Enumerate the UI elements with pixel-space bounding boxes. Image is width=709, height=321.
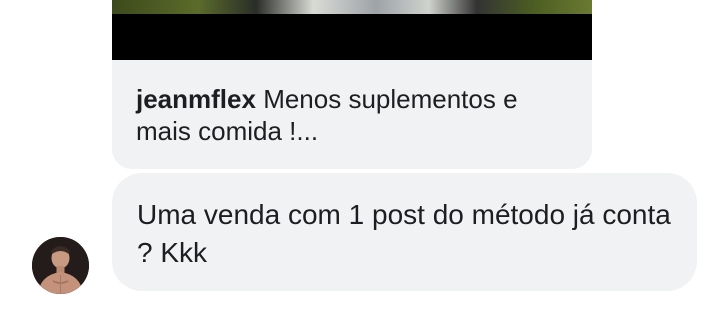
avatar-photo-icon bbox=[32, 237, 89, 294]
message-text: Uma venda com 1 post do método já conta … bbox=[137, 199, 671, 268]
post-author-username[interactable]: jeanmflex bbox=[136, 84, 256, 114]
shared-post-caption: jeanmflex Menos suplementos e mais comid… bbox=[136, 83, 576, 147]
message-bubble[interactable]: Uma venda com 1 post do método já conta … bbox=[112, 173, 697, 291]
shared-post-card[interactable]: jeanmflex Menos suplementos e mais comid… bbox=[112, 0, 592, 169]
shared-post-image-band bbox=[112, 14, 592, 60]
sender-avatar[interactable] bbox=[32, 237, 89, 294]
shared-post-image[interactable] bbox=[112, 0, 592, 14]
